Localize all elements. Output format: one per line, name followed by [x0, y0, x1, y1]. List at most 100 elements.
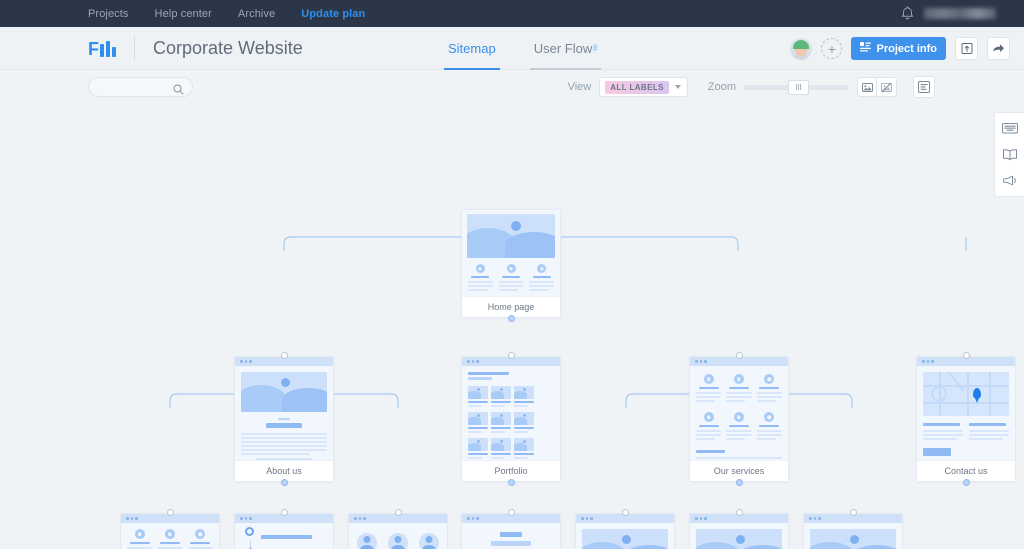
- logo-bar-3: [112, 46, 116, 57]
- node-frame: About us: [234, 356, 334, 482]
- labels-filter-dropdown[interactable]: ALL LABELS: [599, 77, 688, 97]
- zoom-slider-handle[interactable]: [788, 79, 809, 95]
- search-icon[interactable]: [173, 82, 184, 100]
- node-frame: Our services: [689, 356, 789, 482]
- help-side-panel: [994, 112, 1024, 197]
- node-port-bottom[interactable]: [508, 315, 515, 322]
- node-port-bottom[interactable]: [963, 479, 970, 486]
- top-navigation-bar: Projects Help center Archive Update plan: [0, 0, 1024, 27]
- tab-user-flow-label: User Flow: [533, 41, 593, 56]
- project-info-icon: [860, 42, 872, 55]
- node-port-bottom[interactable]: [281, 479, 288, 486]
- nav-link-help-center[interactable]: Help center: [155, 8, 212, 20]
- add-member-button[interactable]: +: [821, 38, 843, 59]
- list-view-icon[interactable]: [913, 76, 935, 98]
- node-port-top[interactable]: [622, 509, 629, 516]
- logo-bar-1: [100, 43, 104, 57]
- avatar[interactable]: [790, 37, 813, 60]
- top-nav-right: [901, 0, 1024, 27]
- node-frame: Our team: [348, 513, 448, 549]
- sitemap-node-service-1[interactable]: Service #1: [575, 509, 675, 549]
- node-wireframe: [235, 523, 333, 549]
- zoom-slider[interactable]: [743, 79, 849, 95]
- node-wireframe: [576, 523, 674, 549]
- node-port-top[interactable]: [395, 509, 402, 516]
- node-wireframe: [462, 366, 560, 460]
- nav-link-projects[interactable]: Projects: [88, 8, 129, 20]
- canvas-toolbar: View ALL LABELS Zoom: [0, 70, 1024, 104]
- node-frame: Service #3: [803, 513, 903, 549]
- zoom-label: Zoom: [707, 81, 736, 93]
- node-port-top[interactable]: [281, 509, 288, 516]
- keyboard-icon[interactable]: [1001, 120, 1018, 137]
- node-port-bottom[interactable]: [508, 479, 515, 486]
- map-preview: [923, 372, 1009, 416]
- node-port-top[interactable]: [963, 352, 970, 359]
- node-frame: How we work: [120, 513, 220, 549]
- sitemap-canvas[interactable]: Home page About us Portfolio Our service…: [0, 104, 1024, 549]
- sitemap-node-portfolio-page[interactable]: Portfolio page #1: [461, 509, 561, 549]
- username-label[interactable]: [924, 8, 996, 19]
- node-wireframe: [917, 366, 1015, 460]
- sitemap-node-services[interactable]: Our services: [689, 352, 789, 486]
- avatar-hair: [793, 39, 810, 49]
- node-frame: Portfolio: [461, 356, 561, 482]
- search-box[interactable]: [88, 77, 193, 97]
- sitemap-node-contact[interactable]: Contact us: [916, 352, 1016, 486]
- node-wireframe: [235, 366, 333, 460]
- search-input[interactable]: [97, 81, 184, 93]
- node-port-top[interactable]: [508, 352, 515, 359]
- node-wireframe: [804, 523, 902, 549]
- sitemap-node-service-2[interactable]: Service #2: [689, 509, 789, 549]
- node-port-top[interactable]: [736, 352, 743, 359]
- node-frame: Portfolio page #1: [461, 513, 561, 549]
- nav-link-update-plan[interactable]: Update plan: [301, 8, 365, 20]
- image-hide-icon[interactable]: [877, 77, 897, 97]
- node-wireframe: [349, 523, 447, 549]
- node-frame: Service #1: [575, 513, 675, 549]
- node-port-top[interactable]: [281, 352, 288, 359]
- node-port-top[interactable]: [167, 509, 174, 516]
- image-toggle-group: [857, 77, 897, 97]
- image-show-icon[interactable]: [857, 77, 877, 97]
- toolbar-right-group: View ALL LABELS Zoom: [568, 70, 935, 104]
- node-port-top[interactable]: [508, 509, 515, 516]
- node-frame: Service #2: [689, 513, 789, 549]
- flowmapp-logo[interactable]: F: [88, 40, 116, 58]
- node-label: Our services: [690, 460, 788, 481]
- sitemap-node-service-3[interactable]: Service #3: [803, 509, 903, 549]
- guide-book-icon[interactable]: [1001, 146, 1018, 163]
- nav-link-archive[interactable]: Archive: [238, 8, 275, 20]
- header-actions: + Project info: [790, 27, 1010, 70]
- tab-user-flow[interactable]: User Flow β: [529, 27, 602, 70]
- bell-icon[interactable]: [901, 6, 914, 21]
- node-wireframe: [690, 366, 788, 460]
- chevron-down-icon: [674, 85, 681, 89]
- page-title: Corporate Website: [153, 37, 303, 58]
- sitemap-node-about[interactable]: About us: [234, 352, 334, 486]
- node-port-top[interactable]: [850, 509, 857, 516]
- logo-bar-2: [106, 40, 110, 57]
- zoom-control: Zoom: [707, 79, 849, 95]
- megaphone-icon[interactable]: [1001, 172, 1018, 189]
- node-port-bottom[interactable]: [736, 479, 743, 486]
- tab-sitemap[interactable]: Sitemap: [444, 27, 500, 70]
- project-info-label: Project info: [876, 42, 937, 55]
- node-wireframe: [690, 523, 788, 549]
- tab-sitemap-label: Sitemap: [448, 41, 496, 56]
- node-label: Home page: [462, 296, 560, 317]
- node-wireframe: [462, 210, 560, 296]
- node-label: About us: [235, 460, 333, 481]
- node-label: Portfolio: [462, 460, 560, 481]
- share-icon[interactable]: [987, 37, 1010, 60]
- export-icon[interactable]: [955, 37, 978, 60]
- sitemap-node-how-we-work[interactable]: How we work: [120, 509, 220, 549]
- sitemap-node-team[interactable]: Our team: [348, 509, 448, 549]
- node-port-top[interactable]: [736, 509, 743, 516]
- node-frame: Contact us: [916, 356, 1016, 482]
- project-info-button[interactable]: Project info: [851, 37, 946, 60]
- node-frame: Home page: [461, 209, 561, 318]
- sitemap-node-history[interactable]: Our history: [234, 509, 334, 549]
- sitemap-node-home[interactable]: Home page: [461, 209, 561, 322]
- sitemap-node-portfolio[interactable]: Portfolio: [461, 352, 561, 486]
